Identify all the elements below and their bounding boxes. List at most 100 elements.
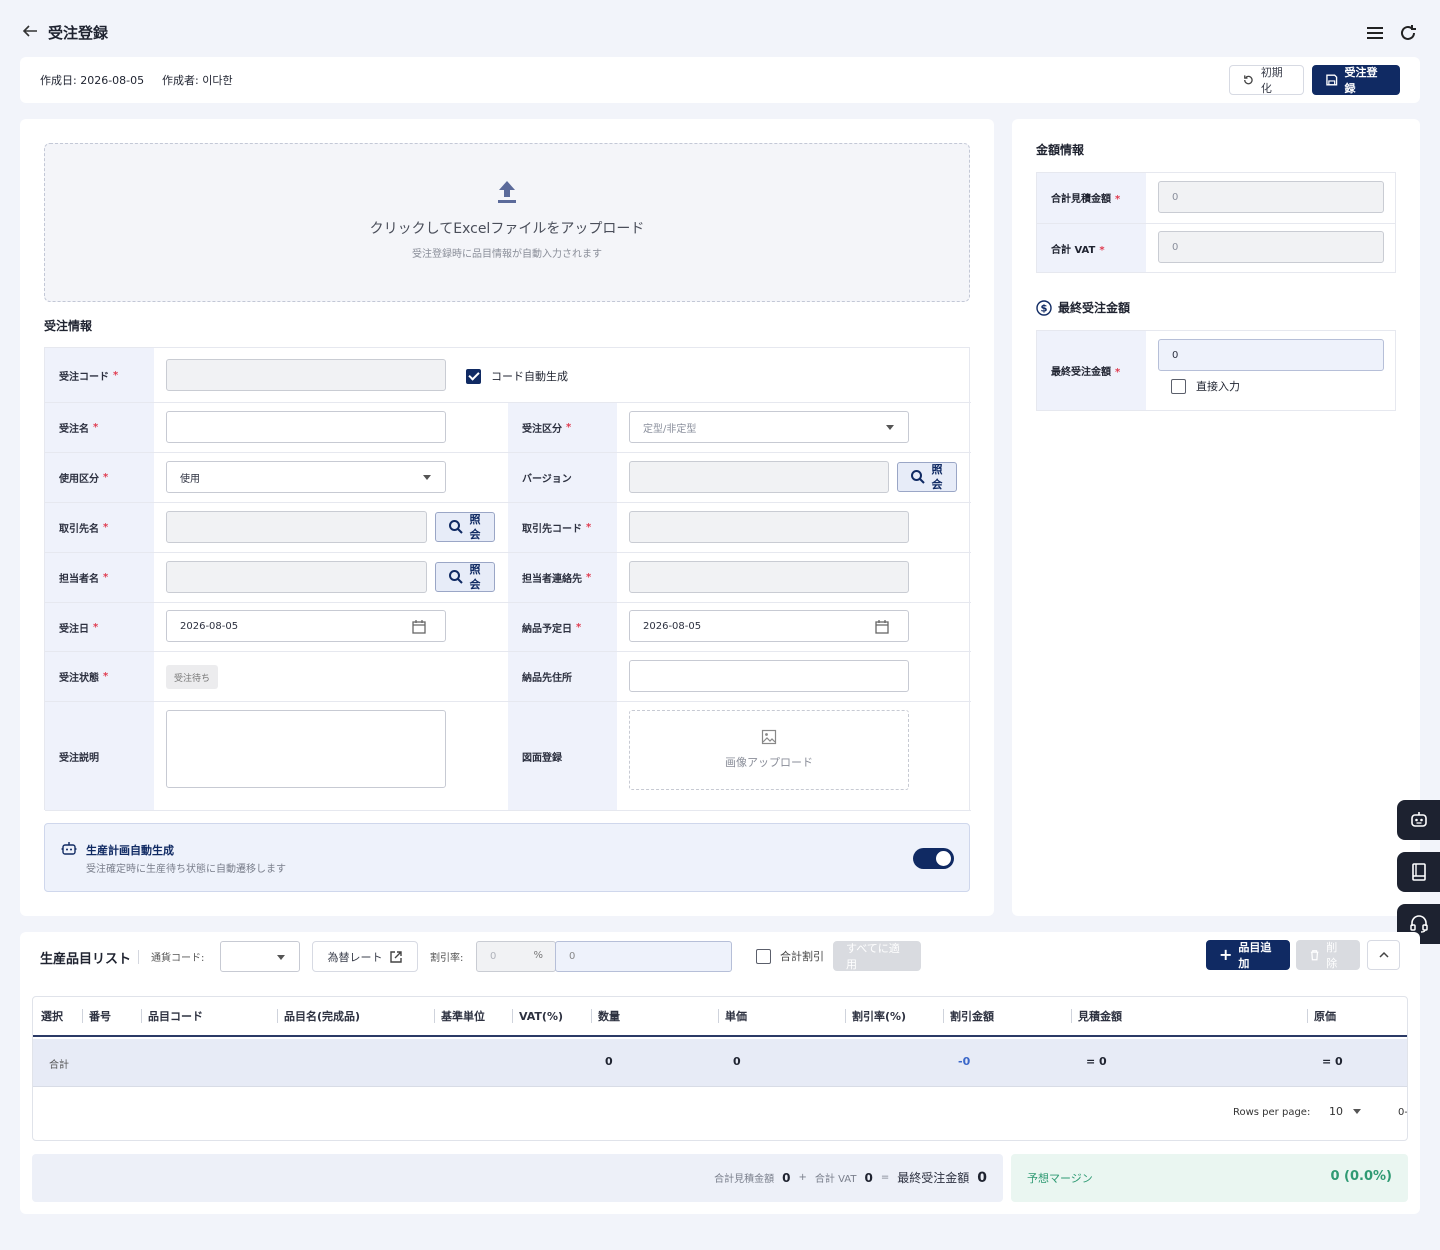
row-order-code: 受注コード * コード自動生成 <box>45 348 971 403</box>
auto-plan-subtitle: 受注確定時に生産待ち状態に自動遷移します <box>86 864 286 875</box>
manager-search-button[interactable]: 照会 <box>435 562 495 592</box>
reset-icon <box>1244 75 1253 85</box>
col-cost: 原価 <box>1307 997 1336 1035</box>
drawing-label: 図面登録 <box>508 702 617 810</box>
amount-divider <box>1037 223 1395 224</box>
discount-pct-input[interactable]: 0 % <box>476 941 556 972</box>
hamburger-icon[interactable] <box>1364 22 1386 47</box>
title-divider <box>138 950 139 964</box>
description-label: 受注説明 <box>45 702 154 810</box>
footer-vat-label: 合計 VAT <box>814 1174 857 1185</box>
collapse-button[interactable] <box>1367 940 1400 970</box>
description-textarea[interactable] <box>166 710 446 788</box>
usage-label: 使用区分 * <box>45 453 154 502</box>
col-discount-rate: 割引率(%) <box>845 997 906 1035</box>
col-discount-amount: 割引金額 <box>943 997 994 1035</box>
excel-upload-dropzone[interactable]: クリックしてExcelファイルをアップロード 受注登録時に品目情報が自動入力され… <box>44 143 970 302</box>
image-upload-area[interactable]: 画像アップロード <box>629 710 909 790</box>
refresh-icon[interactable] <box>1397 22 1419 47</box>
upload-icon <box>496 179 518 208</box>
author: 作成者: 이다한 <box>162 74 233 87</box>
chevron-down-icon <box>886 425 894 430</box>
auto-plan-toggle[interactable] <box>913 848 954 869</box>
checkbox-unchecked[interactable] <box>756 948 771 964</box>
search-label: 照会 <box>931 463 943 491</box>
add-item-button[interactable]: + 品目追加 <box>1206 940 1290 970</box>
order-status-label: 受注状態 * <box>45 652 154 701</box>
headset-icon <box>1409 915 1428 933</box>
arrow-left-icon[interactable] <box>20 21 40 44</box>
product-table: 選択 番号 品目コード 品目名(完成品) 基準単位 VAT(%) 数量 単価 割… <box>32 996 1408 1141</box>
col-estimate: 見積金額 <box>1071 997 1122 1035</box>
total-vat-input[interactable]: 0 <box>1158 231 1384 263</box>
manual-button[interactable] <box>1397 852 1440 892</box>
row-description: 受注説明 図面登録 画像アップロード <box>45 702 971 810</box>
page-range: 0- <box>1398 1107 1408 1118</box>
total-discount-checkbox[interactable]: 合計割引 <box>756 948 824 964</box>
calendar-icon[interactable] <box>411 619 427 635</box>
chevron-down-icon <box>423 475 431 480</box>
direct-input-checkbox[interactable]: 直接入力 <box>1171 378 1240 394</box>
client-search-button[interactable]: 照会 <box>435 512 495 542</box>
delete-label: 削除 <box>1326 941 1338 970</box>
row-dates: 受注日 * 2026-08-05 納品予定日 * 2026-08-05 <box>45 603 971 652</box>
calendar-icon[interactable] <box>874 619 890 635</box>
delivery-address-label: 納品先住所 <box>508 652 617 701</box>
exchange-rate-button[interactable]: 為替レート <box>312 941 418 972</box>
add-item-label: 品目追加 <box>1238 941 1272 970</box>
manager-name-label: 担当者名 * <box>45 553 154 602</box>
summary-row: 合計 0 0 -0 = 0 = 0 <box>33 1039 1407 1087</box>
col-unit-price: 単価 <box>718 997 747 1035</box>
apply-all-button[interactable]: すべてに適用 <box>833 941 921 971</box>
margin-panel: 予想マージン 0 (0.0%) <box>1011 1154 1408 1202</box>
image-icon <box>761 729 777 745</box>
exchange-rate-label: 為替レート <box>327 950 383 964</box>
order-date-input[interactable]: 2026-08-05 <box>166 610 446 642</box>
col-select: 選択 <box>41 1010 63 1023</box>
order-type-select[interactable]: 定型/非定型 <box>629 411 909 443</box>
delivery-address-input[interactable] <box>629 660 909 692</box>
usage-select[interactable]: 使用 <box>166 461 446 493</box>
auto-plan-panel: 生産計画自動生成 受注確定時に生産待ち状態に自動遷移します <box>44 823 970 892</box>
version-search-button[interactable]: 照会 <box>897 462 957 492</box>
version-input[interactable] <box>629 461 889 493</box>
image-upload-label: 画像アップロード <box>725 756 813 769</box>
reset-label: 初期化 <box>1260 66 1283 95</box>
order-code-input[interactable] <box>166 359 446 391</box>
summary-unit-price: 0 <box>733 1055 741 1068</box>
table-header: 選択 番号 品目コード 品目名(完成品) 基準単位 VAT(%) 数量 単価 割… <box>33 997 1407 1037</box>
client-code-input[interactable] <box>629 511 909 543</box>
robot-icon <box>61 842 77 855</box>
auto-code-checkbox[interactable]: コード自動生成 <box>466 368 568 384</box>
footer-estimate-value: 0 <box>782 1170 791 1185</box>
robot-icon <box>1410 812 1427 827</box>
delete-button[interactable]: 削除 <box>1296 940 1360 970</box>
reset-button[interactable]: 初期化 <box>1229 65 1304 95</box>
checkbox-checked[interactable] <box>466 368 481 384</box>
discount-amount-input[interactable]: 0 <box>555 941 732 972</box>
row-status: 受注状態 * 受注待ち 納品先住所 <box>45 652 971 702</box>
delivery-date-input[interactable]: 2026-08-05 <box>629 610 909 642</box>
col-item-name: 品目名(完成品) <box>277 997 360 1035</box>
info-bar: 作成日: 2026-08-05 作成者: 이다한 初期化 受注登録 <box>20 57 1420 103</box>
upload-title: クリックしてExcelファイルをアップロード <box>369 221 645 237</box>
client-name-input[interactable] <box>166 511 427 543</box>
chatbot-button[interactable] <box>1397 800 1440 840</box>
total-estimate-input[interactable]: 0 <box>1158 181 1384 213</box>
rows-per-page-label: Rows per page: <box>1233 1107 1311 1118</box>
total-estimate-label: 合計見積金額 * <box>1051 194 1121 205</box>
order-info-title: 受注情報 <box>44 319 93 333</box>
submit-order-button[interactable]: 受注登録 <box>1312 65 1400 95</box>
trash-icon <box>1310 950 1319 961</box>
col-item-code: 品目コード <box>141 997 203 1035</box>
final-amount-input[interactable]: 0 <box>1158 339 1384 371</box>
currency-select[interactable] <box>220 941 300 972</box>
manager-contact-input[interactable] <box>629 561 909 593</box>
checkbox-unchecked[interactable] <box>1171 378 1186 394</box>
plus-icon: + <box>1219 945 1233 964</box>
order-name-input[interactable] <box>166 411 446 443</box>
summary-discount: -0 <box>958 1055 971 1068</box>
equals-sign: = <box>880 1172 890 1183</box>
manager-name-input[interactable] <box>166 561 427 593</box>
rows-per-page-select[interactable]: 10 <box>1329 1105 1361 1118</box>
